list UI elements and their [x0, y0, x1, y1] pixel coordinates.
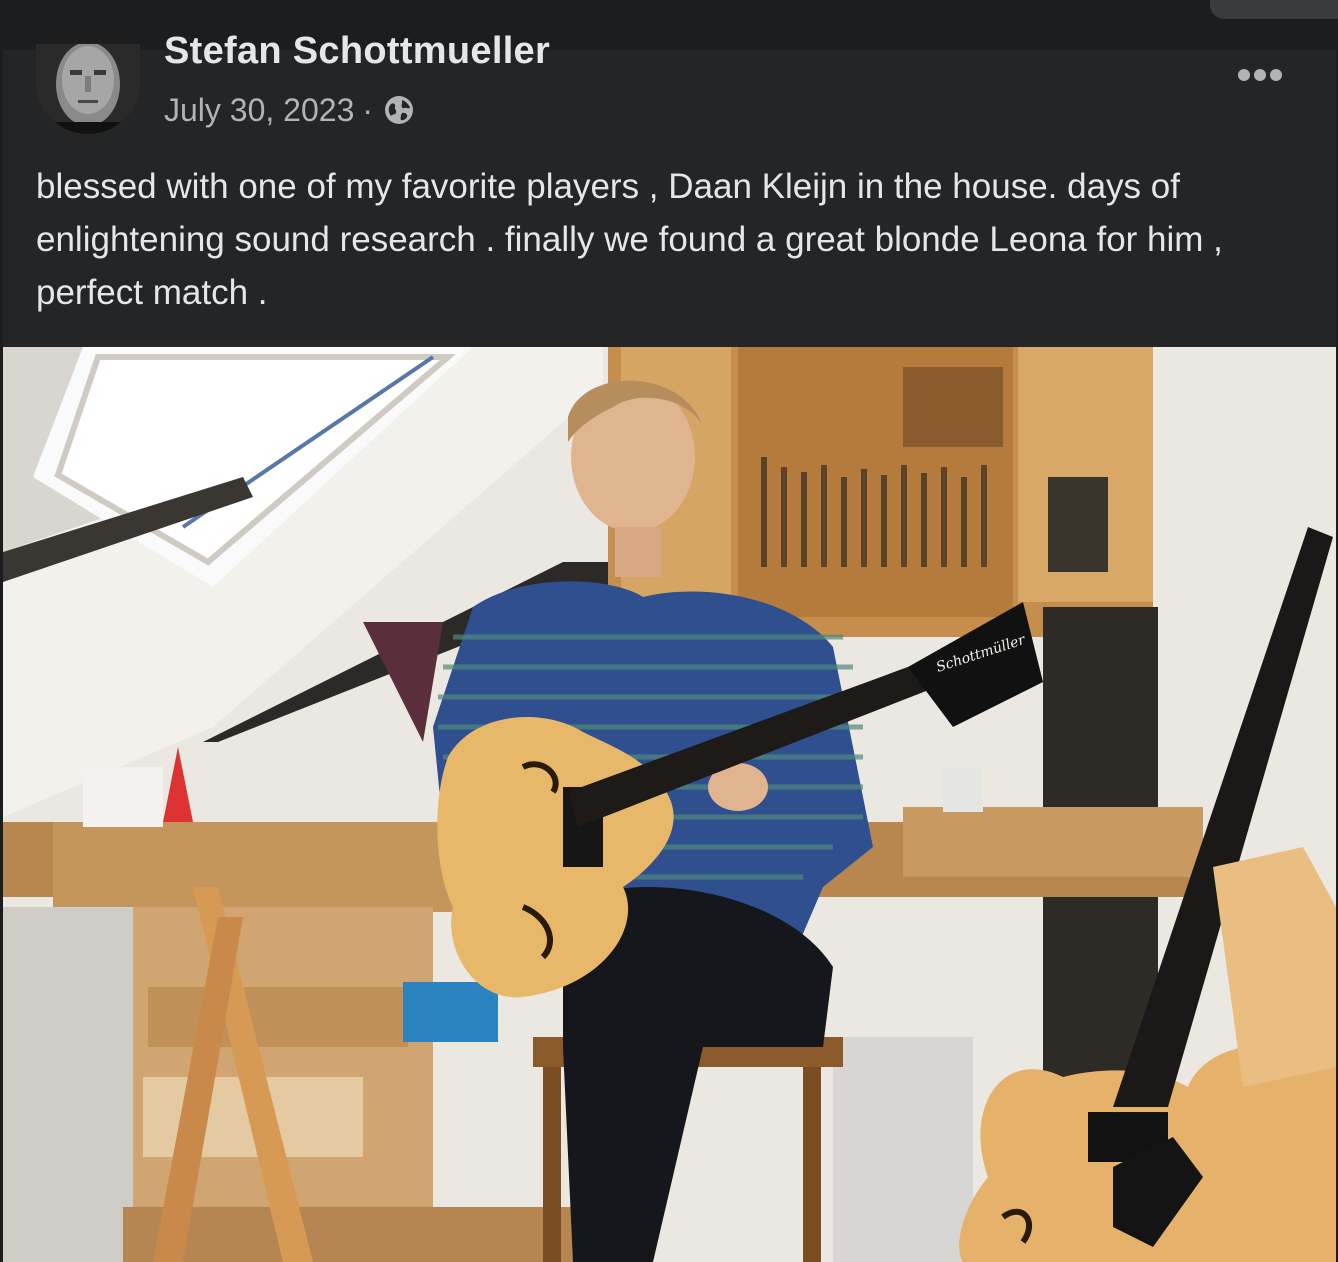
post-date[interactable]: July 30, 2023: [164, 92, 354, 129]
post-text: blessed with one of my favorite players …: [36, 167, 1223, 312]
avatar[interactable]: [36, 44, 140, 134]
top-bar-pill[interactable]: [1210, 0, 1338, 19]
author-name[interactable]: Stefan Schottmueller: [164, 30, 550, 73]
post-header: Stefan Schottmueller July 30, 2023 ·: [36, 30, 1338, 140]
post-edge-left: [0, 50, 3, 1262]
post-meta: July 30, 2023 ·: [164, 90, 415, 130]
post-card: Stefan Schottmueller July 30, 2023 · ble…: [0, 30, 1338, 1262]
globe-icon: [383, 94, 415, 126]
more-options-icon: [1238, 69, 1282, 81]
more-options-button[interactable]: [1232, 58, 1288, 92]
meta-separator: ·: [362, 91, 374, 128]
post-photo[interactable]: Schottmüller: [3, 347, 1336, 1262]
